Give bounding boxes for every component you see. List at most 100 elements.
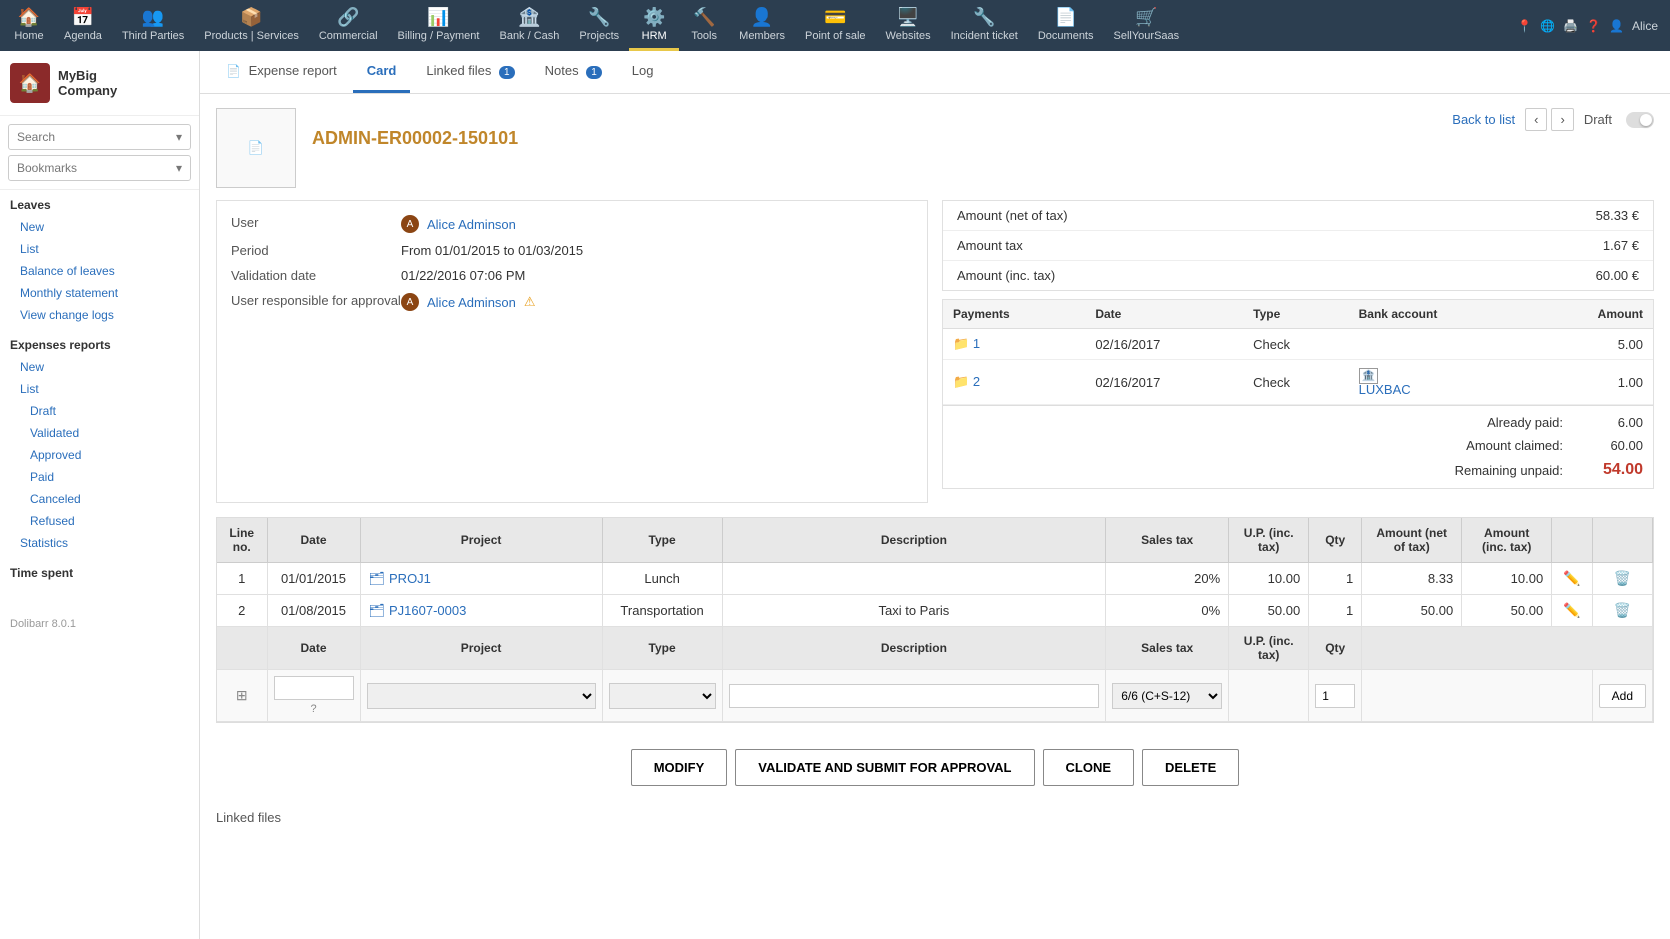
sidebar-item-expenses-refused[interactable]: Refused [10, 510, 189, 532]
delete-icon-2[interactable]: 🗑️ [1611, 600, 1634, 620]
payment-link-1[interactable]: 1 [973, 336, 980, 351]
line-up-1: 10.00 [1229, 563, 1309, 595]
add-col-type: Type [602, 627, 722, 670]
prev-record-button[interactable]: ‹ [1525, 108, 1547, 131]
nav-products[interactable]: 📦 Products | Services [194, 0, 309, 51]
col-type: Type [602, 518, 722, 563]
sidebar-item-expenses-paid[interactable]: Paid [10, 466, 189, 488]
nav-projects[interactable]: 🔧 Projects [569, 0, 629, 51]
sidebar-item-expenses-new[interactable]: New [10, 356, 189, 378]
nav-print-icon[interactable]: 🖨️ [1563, 19, 1578, 33]
line-project-2: 🗂 PJ1607-0003 [360, 595, 602, 627]
nav-sellyoursaas[interactable]: 🛒 SellYourSaas [1104, 0, 1190, 51]
nav-user-icon[interactable]: 👤 [1609, 19, 1624, 33]
sidebar-item-expenses-canceled[interactable]: Canceled [10, 488, 189, 510]
nav-agenda[interactable]: 📅 Agenda [54, 0, 112, 51]
sidebar-item-leaves-new[interactable]: New [10, 216, 189, 238]
payments-col-bank: Bank account [1349, 300, 1532, 329]
nav-hrm[interactable]: ⚙️ HRM [629, 0, 679, 51]
amount-claimed-value: 60.00 [1593, 438, 1643, 453]
nav-help-icon[interactable]: ❓ [1586, 19, 1601, 33]
payment-row-2: 📁 2 02/16/2017 Check 🏦 LUXBAC [943, 360, 1653, 405]
responsible-label: User responsible for approval [231, 293, 401, 308]
projects-icon: 🔧 [588, 7, 610, 28]
add-col-up: U.P. (inc. tax) [1229, 627, 1309, 670]
add-col-blank [217, 627, 267, 670]
clone-button[interactable]: CLONE [1043, 749, 1135, 786]
tab-expense-report[interactable]: 📄 Expense report [212, 51, 351, 93]
payment-link-2[interactable]: 2 [973, 374, 980, 389]
net-of-tax-row: Amount (net of tax) 58.33 € [943, 201, 1653, 231]
draft-toggle[interactable] [1626, 112, 1654, 128]
tab-linked-files[interactable]: Linked files 1 [412, 51, 528, 93]
payments-col-amount: Amount [1532, 300, 1653, 329]
tab-notes[interactable]: Notes 1 [531, 51, 616, 93]
nav-members[interactable]: 👤 Members [729, 0, 795, 51]
project-link-1[interactable]: 🗂 PROJ1 [369, 571, 594, 587]
add-date-cell: ? [267, 670, 360, 722]
action-buttons-area: MODIFY VALIDATE AND SUBMIT FOR APPROVAL … [216, 737, 1654, 806]
responsible-value[interactable]: A Alice Adminson ⚠ [401, 293, 536, 311]
search-input[interactable]: Search ▾ [8, 124, 191, 150]
tab-log[interactable]: Log [618, 51, 668, 93]
add-line-button[interactable]: Add [1599, 684, 1646, 708]
sidebar-item-expenses-statistics[interactable]: Statistics [10, 532, 189, 554]
tab-card[interactable]: Card [353, 51, 411, 93]
line-up-2: 50.00 [1229, 595, 1309, 627]
sidebar-item-leaves-list[interactable]: List [10, 238, 189, 260]
nav-billing[interactable]: 📊 Billing / Payment [388, 0, 490, 51]
sidebar-item-expenses-approved[interactable]: Approved [10, 444, 189, 466]
nav-third-parties[interactable]: 👥 Third Parties [112, 0, 194, 51]
add-col-qty: Qty [1309, 627, 1362, 670]
line-delete-2[interactable]: 🗑️ [1592, 595, 1652, 627]
add-desc-input[interactable] [729, 684, 1100, 708]
add-type-select[interactable] [609, 683, 716, 709]
line-edit-1[interactable]: ✏️ [1552, 563, 1592, 595]
delete-button[interactable]: DELETE [1142, 749, 1239, 786]
sidebar-item-expenses-draft[interactable]: Draft [10, 400, 189, 422]
sidebar-item-leaves-logs[interactable]: View change logs [10, 304, 189, 326]
sidebar-item-expenses-list[interactable]: List [10, 378, 189, 400]
add-qty-input[interactable] [1315, 684, 1355, 708]
bank-link-luxbac[interactable]: LUXBAC [1359, 382, 1522, 397]
line-delete-1[interactable]: 🗑️ [1592, 563, 1652, 595]
nav-commercial[interactable]: 🔗 Commercial [309, 0, 388, 51]
nav-documents[interactable]: 📄 Documents [1028, 0, 1104, 51]
line-qty-1: 1 [1309, 563, 1362, 595]
col-sales-tax: Sales tax [1106, 518, 1229, 563]
linked-files-badge: 1 [499, 66, 515, 79]
edit-icon-1[interactable]: ✏️ [1560, 568, 1583, 588]
delete-icon-1[interactable]: 🗑️ [1611, 568, 1634, 588]
bank-icon: 🏦 [518, 7, 540, 28]
validate-button[interactable]: VALIDATE AND SUBMIT FOR APPROVAL [735, 749, 1034, 786]
modify-button[interactable]: MODIFY [631, 749, 728, 786]
nav-globe-icon[interactable]: 🌐 [1540, 19, 1555, 33]
project-link-2[interactable]: 🗂 PJ1607-0003 [369, 603, 594, 619]
bookmarks-dropdown-icon: ▾ [176, 161, 182, 175]
nav-pos[interactable]: 💳 Point of sale [795, 0, 876, 51]
nav-websites[interactable]: 🖥️ Websites [876, 0, 941, 51]
sidebar-item-expenses-validated[interactable]: Validated [10, 422, 189, 444]
nav-incident[interactable]: 🔧 Incident ticket [941, 0, 1028, 51]
nav-tools[interactable]: 🔨 Tools [679, 0, 729, 51]
sidebar-item-leaves-monthly[interactable]: Monthly statement [10, 282, 189, 304]
bookmarks-input[interactable]: Bookmarks ▾ [8, 155, 191, 181]
col-description: Description [722, 518, 1106, 563]
back-to-list-link[interactable]: Back to list [1452, 112, 1515, 127]
add-date-input[interactable] [274, 676, 354, 700]
nav-home[interactable]: 🏠 Home [4, 0, 54, 51]
validation-row: Validation date 01/22/2016 07:06 PM [231, 268, 913, 283]
payment-bank-2: 🏦 LUXBAC [1349, 360, 1532, 405]
nav-bank[interactable]: 🏦 Bank / Cash [489, 0, 569, 51]
thumbnail-icon: 📄 [248, 140, 264, 156]
user-value[interactable]: A Alice Adminson [401, 215, 516, 233]
add-tax-select[interactable]: 6/6 (C+S-12) [1112, 683, 1222, 709]
edit-icon-2[interactable]: ✏️ [1560, 600, 1583, 620]
document-id: ADMIN-ER00002-150101 [312, 128, 518, 149]
line-edit-2[interactable]: ✏️ [1552, 595, 1592, 627]
add-project-select[interactable] [367, 683, 596, 709]
sidebar-item-leaves-balance[interactable]: Balance of leaves [10, 260, 189, 282]
add-tax-cell: 6/6 (C+S-12) [1106, 670, 1229, 722]
home-icon: 🏠 [18, 7, 40, 28]
next-record-button[interactable]: › [1551, 108, 1573, 131]
